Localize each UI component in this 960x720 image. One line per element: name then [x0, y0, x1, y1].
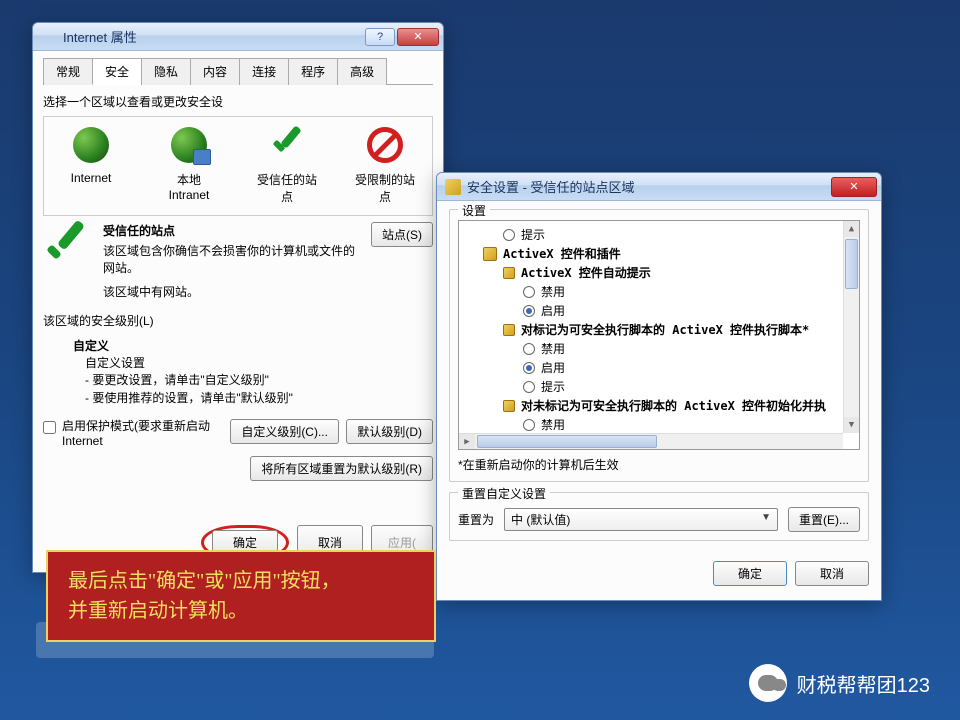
activex-icon	[483, 247, 497, 261]
trusted-title: 受信任的站点	[103, 222, 361, 239]
scroll-down-icon[interactable]: ▼	[844, 417, 859, 433]
zone-trusted[interactable]: 受信任的站 点	[248, 127, 326, 205]
custom-li2: - 要使用推荐的设置，请单击"默认级别"	[73, 389, 433, 407]
scroll-thumb[interactable]	[845, 239, 858, 289]
tab-security[interactable]: 安全	[92, 58, 142, 85]
settings-group: 设置 提示 ActiveX 控件和插件 ActiveX 控件自动提示 禁用 启用…	[449, 209, 869, 482]
close-button[interactable]: ✕	[397, 28, 439, 46]
option-row: 对标记为可安全执行脚本的 ActiveX 控件执行脚本*	[459, 320, 859, 339]
tab-programs[interactable]: 程序	[288, 58, 338, 85]
option-row: 对未标记为可安全执行脚本的 ActiveX 控件初始化并执	[459, 396, 859, 415]
trusted-desc: 该区域包含你确信不会损害你的计算机或文件的网站。	[103, 243, 361, 277]
tab-strip: 常规 安全 隐私 内容 连接 程序 高级	[43, 57, 433, 85]
titlebar[interactable]: Internet 属性 ? ✕	[33, 23, 443, 51]
custom-heading: 自定义	[73, 337, 433, 354]
radio-row[interactable]: 提示	[459, 225, 859, 244]
radio-enable[interactable]: 启用	[459, 301, 859, 320]
dialog-title: Internet 属性	[63, 27, 365, 46]
custom-li1: - 要更改设置，请单击"自定义级别"	[73, 371, 433, 389]
default-level-button[interactable]: 默认级别(D)	[346, 419, 433, 444]
level-label: 该区域的安全级别(L)	[43, 312, 433, 329]
settings-tree[interactable]: 提示 ActiveX 控件和插件 ActiveX 控件自动提示 禁用 启用 对标…	[458, 220, 860, 450]
wechat-name: 财税帮帮团123	[797, 669, 930, 698]
cancel-button[interactable]: 取消	[795, 561, 869, 586]
globe-icon	[73, 127, 109, 163]
category-row: ActiveX 控件和插件	[459, 244, 859, 263]
reset-all-button[interactable]: 将所有区域重置为默认级别(R)	[250, 456, 433, 481]
scroll-up-icon[interactable]: ▲	[844, 221, 859, 237]
tab-advanced[interactable]: 高级	[337, 58, 387, 85]
zone-prompt: 选择一个区域以查看或更改安全设	[43, 93, 433, 110]
custom-sub: 自定义设置	[73, 354, 433, 371]
reset-group: 重置自定义设置 重置为 中 (默认值) 重置(E)...	[449, 492, 869, 541]
zone-intranet[interactable]: 本地 Intranet	[150, 127, 228, 205]
titlebar[interactable]: 安全设置 - 受信任的站点区域 ✕	[437, 173, 881, 201]
reset-button[interactable]: 重置(E)...	[788, 507, 860, 532]
ok-button[interactable]: 确定	[713, 561, 787, 586]
wechat-icon	[749, 664, 787, 702]
instruction-callout: 最后点击"确定"或"应用"按钮， 并重新启动计算机。	[46, 550, 436, 642]
forbidden-icon	[367, 127, 403, 163]
group-label: 重置自定义设置	[458, 485, 550, 502]
shield-icon	[445, 179, 461, 195]
checkmark-icon	[269, 127, 305, 163]
horizontal-scrollbar[interactable]: ◀ ▶	[459, 433, 843, 449]
tab-privacy[interactable]: 隐私	[141, 58, 191, 85]
protected-mode-label: 启用保护模式(要求重新启动 Internet	[62, 419, 212, 450]
option-row: ActiveX 控件自动提示	[459, 263, 859, 282]
radio-disable[interactable]: 禁用	[459, 415, 859, 434]
scroll-right-icon[interactable]: ▶	[459, 434, 475, 450]
reset-select[interactable]: 中 (默认值)	[504, 508, 778, 531]
radio-disable[interactable]: 禁用	[459, 339, 859, 358]
help-button[interactable]: ?	[365, 28, 395, 46]
group-label: 设置	[458, 202, 490, 219]
zone-list: Internet 本地 Intranet 受信任的站 点 受限制的站 点	[43, 116, 433, 216]
wechat-watermark: 财税帮帮团123	[749, 664, 930, 702]
radio-disable[interactable]: 禁用	[459, 282, 859, 301]
custom-level-button[interactable]: 自定义级别(C)...	[230, 419, 339, 444]
zone-internet[interactable]: Internet	[52, 127, 130, 205]
zone-restricted[interactable]: 受限制的站 点	[346, 127, 424, 205]
tab-content[interactable]: 内容	[190, 58, 240, 85]
globe-pc-icon	[171, 127, 207, 163]
internet-properties-dialog: Internet 属性 ? ✕ 常规 安全 隐私 内容 连接 程序 高级 选择一…	[32, 22, 444, 573]
tab-general[interactable]: 常规	[43, 58, 93, 85]
protected-mode-checkbox[interactable]	[43, 421, 56, 434]
reset-label: 重置为	[458, 511, 494, 528]
trusted-big-icon	[43, 222, 93, 272]
dialog-title: 安全设置 - 受信任的站点区域	[467, 177, 831, 196]
tab-connections[interactable]: 连接	[239, 58, 289, 85]
scroll-thumb-h[interactable]	[477, 435, 657, 448]
restart-note: *在重新启动你的计算机后生效	[458, 456, 860, 473]
vertical-scrollbar[interactable]: ▲ ▼	[843, 221, 859, 433]
security-settings-dialog: 安全设置 - 受信任的站点区域 ✕ 设置 提示 ActiveX 控件和插件 Ac…	[436, 172, 882, 601]
close-button[interactable]: ✕	[831, 177, 877, 197]
ie-icon	[41, 29, 57, 45]
sites-button[interactable]: 站点(S)	[371, 222, 433, 247]
trusted-desc2: 该区域中有网站。	[103, 283, 361, 300]
radio-tip[interactable]: 提示	[459, 377, 859, 396]
radio-enable[interactable]: 启用	[459, 358, 859, 377]
